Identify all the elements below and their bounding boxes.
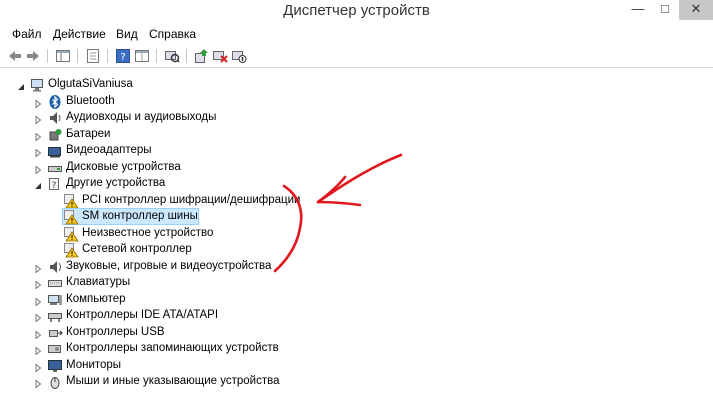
disk-drive-icon bbox=[47, 160, 63, 176]
svg-text:?: ? bbox=[120, 52, 125, 63]
console-tree-icon[interactable] bbox=[55, 48, 71, 64]
close-button[interactable]: ✕ bbox=[679, 0, 713, 20]
tree-item-label: Мыши и иные указывающие устройства bbox=[66, 375, 280, 387]
expand-arrow-icon[interactable] bbox=[34, 146, 42, 158]
expand-arrow-icon[interactable] bbox=[34, 97, 42, 109]
tree-category[interactable]: Батареи bbox=[0, 126, 713, 143]
menu-bar: Файл Действие Вид Справка bbox=[0, 23, 713, 43]
expand-arrow-icon[interactable] bbox=[34, 163, 42, 175]
back-icon[interactable] bbox=[7, 48, 23, 64]
view-icon[interactable] bbox=[134, 48, 150, 64]
menu-help[interactable]: Справка bbox=[149, 27, 196, 41]
collapse-arrow-icon[interactable] bbox=[34, 179, 42, 189]
tree-category[interactable]: Контроллеры запоминающих устройств bbox=[0, 340, 713, 357]
tree-category[interactable]: Компьютер bbox=[0, 291, 713, 308]
tree-category[interactable]: ? Другие устройства bbox=[0, 175, 713, 192]
tree-category[interactable]: Звуковые, игровые и видеоустройства bbox=[0, 258, 713, 275]
keyboard-icon bbox=[47, 275, 63, 291]
properties-icon[interactable] bbox=[85, 48, 101, 64]
expand-arrow-icon[interactable] bbox=[34, 328, 42, 340]
tree-item-label: Дисковые устройства bbox=[66, 160, 181, 173]
expand-arrow-icon[interactable] bbox=[34, 311, 42, 323]
tree-item-label: Звуковые, игровые и видеоустройства bbox=[66, 259, 272, 272]
mouse-icon bbox=[47, 374, 63, 390]
tree-item-label: Видеоадаптеры bbox=[66, 144, 152, 156]
computer-root-icon bbox=[29, 77, 45, 93]
tree-item-label: Контроллеры запоминающих устройств bbox=[66, 342, 279, 354]
collapse-arrow-icon[interactable] bbox=[17, 80, 25, 90]
maximize-button[interactable]: □ bbox=[654, 0, 676, 20]
tree-category[interactable]: Контроллеры USB bbox=[0, 324, 713, 341]
battery-icon bbox=[47, 127, 63, 143]
tree-item-label: Мониторы bbox=[66, 358, 122, 371]
tree-child-item[interactable]: PCI контроллер шифрации/дешифрации bbox=[0, 192, 713, 209]
tree-root[interactable]: OlgutaSiVaniusa bbox=[0, 76, 713, 93]
window-title: Диспетчер устройств bbox=[283, 2, 430, 19]
expand-arrow-icon[interactable] bbox=[34, 113, 42, 125]
tree-item-label: Аудиовходы и аудиовыходы bbox=[66, 111, 217, 123]
expand-arrow-icon[interactable] bbox=[34, 377, 42, 389]
tree-item-label: Клавиатуры bbox=[66, 276, 131, 288]
help-icon[interactable]: ? bbox=[115, 48, 131, 64]
tree-item-label: Другие устройства bbox=[66, 177, 166, 189]
tree-item-label: Батареи bbox=[66, 127, 111, 140]
speaker-icon bbox=[47, 110, 63, 126]
expand-arrow-icon[interactable] bbox=[34, 295, 42, 307]
toolbar: ? bbox=[0, 45, 713, 68]
tree-category[interactable]: Мыши и иные указывающие устройства bbox=[0, 373, 713, 390]
tree-category[interactable]: Клавиатуры bbox=[0, 274, 713, 291]
menu-file[interactable]: Файл bbox=[12, 27, 42, 41]
tree-child-item[interactable]: Сетевой контроллер bbox=[0, 241, 713, 258]
bluetooth-icon bbox=[47, 94, 63, 110]
tree-category[interactable]: Bluetooth bbox=[0, 93, 713, 110]
expand-arrow-icon[interactable] bbox=[34, 262, 42, 274]
device-tree[interactable]: OlgutaSiVaniusa Bluetooth Аудиовходы и ауд… bbox=[0, 68, 713, 391]
svg-text:?: ? bbox=[52, 181, 57, 191]
update-driver-icon[interactable] bbox=[193, 48, 209, 64]
tree-category[interactable]: Видеоадаптеры bbox=[0, 142, 713, 159]
forward-icon[interactable] bbox=[25, 48, 41, 64]
disable-icon[interactable] bbox=[231, 48, 247, 64]
warning-device-icon bbox=[63, 193, 79, 209]
monitor-icon bbox=[47, 358, 63, 374]
expand-arrow-icon[interactable] bbox=[34, 278, 42, 290]
storage-controller-icon bbox=[47, 341, 63, 357]
tree-item-label: PCI контроллер шифрации/дешифрации bbox=[82, 193, 301, 206]
expand-arrow-icon[interactable] bbox=[34, 130, 42, 142]
menu-action[interactable]: Действие bbox=[53, 27, 106, 41]
tree-item-label: Контроллеры USB bbox=[66, 325, 165, 338]
tree-item-label: Неизвестное устройство bbox=[82, 226, 214, 239]
tree-category[interactable]: Аудиовходы и аудиовыходы bbox=[0, 109, 713, 126]
tree-item-label: Сетевой контроллер bbox=[82, 243, 192, 255]
tree-item-label: Контроллеры IDE ATA/ATAPI bbox=[66, 309, 219, 321]
tree-item-label: Bluetooth bbox=[66, 94, 115, 107]
warning-device-icon bbox=[63, 209, 79, 225]
expand-arrow-icon[interactable] bbox=[34, 361, 42, 373]
tree-item-label: Компьютер bbox=[66, 292, 126, 305]
tree-child-item[interactable]: SM контроллер шины bbox=[0, 208, 713, 225]
tree-root-label: OlgutaSiVaniusa bbox=[48, 78, 133, 90]
sound-icon bbox=[47, 259, 63, 275]
display-adapter-icon bbox=[47, 143, 63, 159]
warning-device-icon bbox=[63, 226, 79, 242]
computer-icon bbox=[47, 292, 63, 308]
other-devices-icon: ? bbox=[47, 176, 63, 192]
warning-device-icon bbox=[63, 242, 79, 258]
expand-arrow-icon[interactable] bbox=[34, 344, 42, 356]
tree-category[interactable]: Контроллеры IDE ATA/ATAPI bbox=[0, 307, 713, 324]
minimize-button[interactable]: — bbox=[628, 0, 648, 20]
tree-child-item[interactable]: Неизвестное устройство bbox=[0, 225, 713, 242]
uninstall-icon[interactable] bbox=[212, 48, 228, 64]
usb-icon bbox=[47, 325, 63, 341]
scan-hardware-icon[interactable] bbox=[164, 48, 180, 64]
tree-category[interactable]: Мониторы bbox=[0, 357, 713, 374]
tree-item-label: SM контроллер шины bbox=[82, 210, 198, 222]
ide-controller-icon bbox=[47, 308, 63, 324]
title-bar: Диспетчер устройств — □ ✕ bbox=[0, 0, 713, 22]
tree-category[interactable]: Дисковые устройства bbox=[0, 159, 713, 176]
menu-view[interactable]: Вид bbox=[116, 27, 138, 41]
